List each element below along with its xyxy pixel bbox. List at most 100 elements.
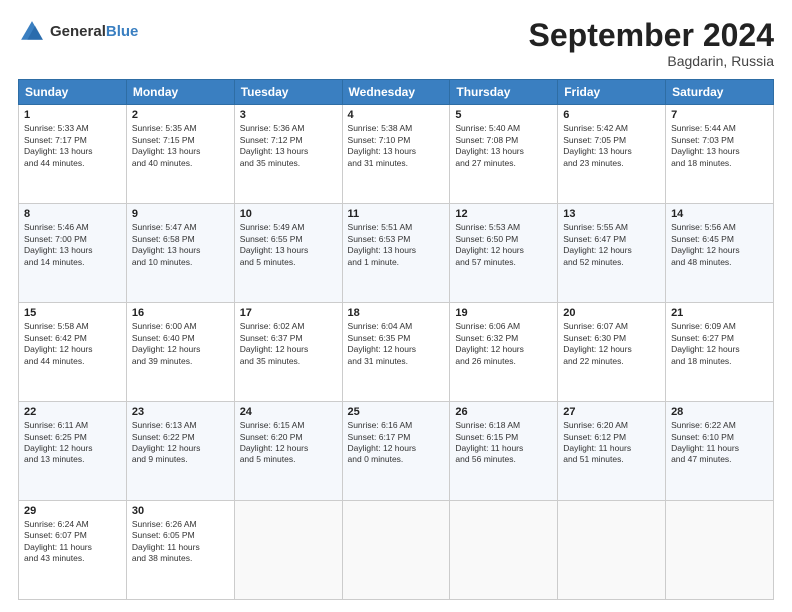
calendar-cell: 9Sunrise: 5:47 AMSunset: 6:58 PMDaylight…	[126, 204, 234, 303]
day-number: 24	[240, 406, 337, 418]
cell-text: Sunrise: 5:36 AMSunset: 7:12 PMDaylight:…	[240, 123, 337, 169]
day-number: 8	[24, 208, 121, 220]
calendar-cell: 4Sunrise: 5:38 AMSunset: 7:10 PMDaylight…	[342, 105, 450, 204]
calendar-cell: 14 Sunrise: 5:56 AMSunset: 6:45 PMDayligh…	[666, 204, 774, 303]
calendar-cell: 21 Sunrise: 6:09 AMSunset: 6:27 PMDayligh…	[666, 303, 774, 402]
cell-text: Sunrise: 5:42 AMSunset: 7:05 PMDaylight:…	[563, 123, 660, 169]
calendar-cell: 20 Sunrise: 6:07 AMSunset: 6:30 PMDayligh…	[558, 303, 666, 402]
weekday-header-thursday: Thursday	[450, 80, 558, 105]
calendar-cell: 25 Sunrise: 6:16 AMSunset: 6:17 PMDayligh…	[342, 402, 450, 501]
day-number: 14	[671, 208, 768, 220]
location: Bagdarin, Russia	[529, 53, 774, 69]
cell-text: Sunrise: 6:26 AMSunset: 6:05 PMDaylight:…	[132, 519, 229, 565]
calendar-cell	[558, 501, 666, 600]
calendar-cell: 24 Sunrise: 6:15 AMSunset: 6:20 PMDayligh…	[234, 402, 342, 501]
calendar-cell: 17 Sunrise: 6:02 AMSunset: 6:37 PMDayligh…	[234, 303, 342, 402]
calendar-cell	[666, 501, 774, 600]
cell-text: Sunrise: 5:49 AMSunset: 6:55 PMDaylight:…	[240, 222, 337, 268]
calendar-cell: 15 Sunrise: 5:58 AMSunset: 6:42 PMDayligh…	[19, 303, 127, 402]
day-number: 23	[132, 406, 229, 418]
calendar-cell: 8 Sunrise: 5:46 AMSunset: 7:00 PMDaylight…	[19, 204, 127, 303]
weekday-header-tuesday: Tuesday	[234, 80, 342, 105]
day-number: 21	[671, 307, 768, 319]
week-row-1: 1Sunrise: 5:33 AMSunset: 7:17 PMDaylight…	[19, 105, 774, 204]
calendar-cell: 1Sunrise: 5:33 AMSunset: 7:17 PMDaylight…	[19, 105, 127, 204]
cell-text: Sunrise: 6:07 AMSunset: 6:30 PMDaylight:…	[563, 321, 660, 367]
day-number: 11	[348, 208, 445, 220]
calendar-cell: 6 Sunrise: 5:42 AMSunset: 7:05 PMDaylight…	[558, 105, 666, 204]
day-number: 5	[455, 109, 552, 121]
day-number: 12	[455, 208, 552, 220]
calendar-cell: 23 Sunrise: 6:13 AMSunset: 6:22 PMDayligh…	[126, 402, 234, 501]
cell-text: Sunrise: 5:35 AMSunset: 7:15 PMDaylight:…	[132, 123, 229, 169]
calendar-cell	[450, 501, 558, 600]
day-number: 27	[563, 406, 660, 418]
day-number: 6	[563, 109, 660, 121]
cell-text: Sunrise: 6:16 AMSunset: 6:17 PMDaylight:…	[348, 420, 445, 466]
day-number: 22	[24, 406, 121, 418]
header: GeneralBlue September 2024 Bagdarin, Rus…	[18, 18, 774, 69]
cell-text: Sunrise: 6:11 AMSunset: 6:25 PMDaylight:…	[24, 420, 121, 466]
cell-text: Sunrise: 6:24 AMSunset: 6:07 PMDaylight:…	[24, 519, 121, 565]
day-number: 26	[455, 406, 552, 418]
cell-text: Sunrise: 5:40 AMSunset: 7:08 PMDaylight:…	[455, 123, 552, 169]
calendar-cell: 2Sunrise: 5:35 AMSunset: 7:15 PMDaylight…	[126, 105, 234, 204]
calendar-cell: 10 Sunrise: 5:49 AMSunset: 6:55 PMDayligh…	[234, 204, 342, 303]
cell-text: Sunrise: 6:22 AMSunset: 6:10 PMDaylight:…	[671, 420, 768, 466]
calendar-cell: 7 Sunrise: 5:44 AMSunset: 7:03 PMDaylight…	[666, 105, 774, 204]
cell-text: Sunrise: 6:18 AMSunset: 6:15 PMDaylight:…	[455, 420, 552, 466]
cell-text: Sunrise: 6:04 AMSunset: 6:35 PMDaylight:…	[348, 321, 445, 367]
cell-text: Sunrise: 6:15 AMSunset: 6:20 PMDaylight:…	[240, 420, 337, 466]
weekday-header-monday: Monday	[126, 80, 234, 105]
cell-text: Sunrise: 6:09 AMSunset: 6:27 PMDaylight:…	[671, 321, 768, 367]
cell-text: Sunrise: 6:13 AMSunset: 6:22 PMDaylight:…	[132, 420, 229, 466]
calendar-cell: 16Sunrise: 6:00 AMSunset: 6:40 PMDayligh…	[126, 303, 234, 402]
cell-text: Sunrise: 6:00 AMSunset: 6:40 PMDaylight:…	[132, 321, 229, 367]
calendar-cell	[342, 501, 450, 600]
day-number: 25	[348, 406, 445, 418]
day-number: 1	[24, 109, 121, 121]
cell-text: Sunrise: 5:44 AMSunset: 7:03 PMDaylight:…	[671, 123, 768, 169]
day-number: 3	[240, 109, 337, 121]
week-row-3: 15 Sunrise: 5:58 AMSunset: 6:42 PMDayligh…	[19, 303, 774, 402]
calendar-cell: 5 Sunrise: 5:40 AMSunset: 7:08 PMDaylight…	[450, 105, 558, 204]
weekday-header-friday: Friday	[558, 80, 666, 105]
calendar-cell: 29 Sunrise: 6:24 AMSunset: 6:07 PMDayligh…	[19, 501, 127, 600]
cell-text: Sunrise: 5:58 AMSunset: 6:42 PMDaylight:…	[24, 321, 121, 367]
day-number: 7	[671, 109, 768, 121]
day-number: 30	[132, 505, 229, 517]
cell-text: Sunrise: 5:38 AMSunset: 7:10 PMDaylight:…	[348, 123, 445, 169]
logo: GeneralBlue	[18, 18, 138, 46]
calendar-cell: 27 Sunrise: 6:20 AMSunset: 6:12 PMDayligh…	[558, 402, 666, 501]
week-row-4: 22 Sunrise: 6:11 AMSunset: 6:25 PMDayligh…	[19, 402, 774, 501]
day-number: 17	[240, 307, 337, 319]
cell-text: Sunrise: 6:02 AMSunset: 6:37 PMDaylight:…	[240, 321, 337, 367]
page: GeneralBlue September 2024 Bagdarin, Rus…	[0, 0, 792, 612]
calendar-cell: 18Sunrise: 6:04 AMSunset: 6:35 PMDayligh…	[342, 303, 450, 402]
cell-text: Sunrise: 5:51 AMSunset: 6:53 PMDaylight:…	[348, 222, 445, 268]
calendar-table: SundayMondayTuesdayWednesdayThursdayFrid…	[18, 79, 774, 600]
week-row-5: 29 Sunrise: 6:24 AMSunset: 6:07 PMDayligh…	[19, 501, 774, 600]
day-number: 19	[455, 307, 552, 319]
day-number: 10	[240, 208, 337, 220]
calendar-cell: 11 Sunrise: 5:51 AMSunset: 6:53 PMDayligh…	[342, 204, 450, 303]
day-number: 29	[24, 505, 121, 517]
cell-text: Sunrise: 5:56 AMSunset: 6:45 PMDaylight:…	[671, 222, 768, 268]
calendar-cell: 12Sunrise: 5:53 AMSunset: 6:50 PMDayligh…	[450, 204, 558, 303]
day-number: 13	[563, 208, 660, 220]
cell-text: Sunrise: 5:46 AMSunset: 7:00 PMDaylight:…	[24, 222, 121, 268]
weekday-header-sunday: Sunday	[19, 80, 127, 105]
day-number: 20	[563, 307, 660, 319]
week-row-2: 8 Sunrise: 5:46 AMSunset: 7:00 PMDaylight…	[19, 204, 774, 303]
cell-text: Sunrise: 5:55 AMSunset: 6:47 PMDaylight:…	[563, 222, 660, 268]
month-title: September 2024	[529, 18, 774, 53]
calendar-cell: 28Sunrise: 6:22 AMSunset: 6:10 PMDayligh…	[666, 402, 774, 501]
title-block: September 2024 Bagdarin, Russia	[529, 18, 774, 69]
day-number: 15	[24, 307, 121, 319]
cell-text: Sunrise: 6:20 AMSunset: 6:12 PMDaylight:…	[563, 420, 660, 466]
logo-icon	[18, 18, 46, 46]
weekday-header-wednesday: Wednesday	[342, 80, 450, 105]
calendar-cell: 3 Sunrise: 5:36 AMSunset: 7:12 PMDaylight…	[234, 105, 342, 204]
cell-text: Sunrise: 6:06 AMSunset: 6:32 PMDaylight:…	[455, 321, 552, 367]
weekday-header-saturday: Saturday	[666, 80, 774, 105]
